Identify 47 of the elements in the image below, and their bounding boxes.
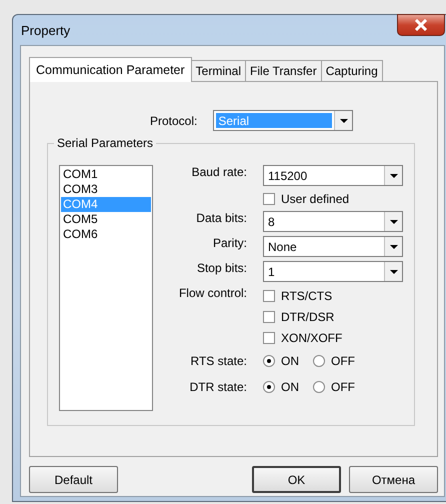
tab[interactable]: Capturing: [320, 60, 383, 81]
radio-button[interactable]: [313, 355, 325, 367]
protocol-label: Protocol:: [150, 114, 198, 128]
checkbox[interactable]: [263, 290, 275, 302]
checkbox-label: XON/XOFF: [281, 330, 342, 344]
stop-bits-dropdown[interactable]: 1: [263, 261, 403, 282]
field-label: RTS state:: [190, 354, 247, 368]
port-item[interactable]: COM5: [61, 212, 151, 227]
checkbox[interactable]: [263, 310, 275, 322]
field-label: DTR state:: [190, 380, 247, 394]
radio-button[interactable]: [313, 381, 325, 393]
dropdown-arrow-icon: [390, 220, 398, 224]
port-item[interactable]: COM3: [61, 182, 151, 197]
port-item[interactable]: COM6: [61, 227, 151, 242]
field-label: Baud rate:: [190, 165, 247, 181]
group-title: Serial Parameters: [54, 136, 156, 150]
tab[interactable]: Communication Parameter: [29, 57, 192, 82]
radio-button[interactable]: [263, 381, 275, 393]
dialog-button[interactable]: Default: [29, 466, 118, 493]
parity-dropdown[interactable]: None: [263, 236, 403, 257]
close-button[interactable]: [397, 14, 445, 36]
checkbox-label: User defined: [281, 192, 350, 206]
checkbox[interactable]: [263, 192, 275, 204]
radio-label: ON: [281, 380, 299, 394]
field-label: Data bits:: [195, 211, 247, 227]
dropdown-arrow-icon: [340, 118, 348, 122]
checkbox-label: RTS/CTS: [281, 288, 332, 302]
dialog-button[interactable]: OK: [252, 466, 341, 493]
checkbox[interactable]: [263, 332, 275, 344]
field-label: Flow control:: [178, 286, 247, 302]
radio-label: OFF: [331, 380, 355, 394]
dropdown-arrow-icon: [390, 174, 398, 178]
data-bits-dropdown[interactable]: 8: [263, 211, 403, 232]
radio-label: OFF: [331, 354, 355, 368]
radio-label: ON: [281, 354, 299, 368]
baud-rate-dropdown[interactable]: 115200: [263, 165, 403, 186]
close-icon: [414, 19, 428, 31]
field-label: Stop bits:: [196, 261, 247, 277]
dropdown-arrow-icon: [390, 244, 398, 248]
dialog-button[interactable]: Отмена: [349, 466, 438, 493]
port-item[interactable]: COM1: [61, 167, 151, 182]
dropdown-arrow-icon: [390, 270, 398, 274]
checkbox-label: DTR/DSR: [281, 310, 334, 324]
field-label: Parity:: [212, 236, 247, 252]
port-list[interactable]: COM1 COM3 COM4 COM5 COM6: [59, 165, 153, 411]
window-title: Property: [21, 22, 70, 38]
radio-button[interactable]: [263, 355, 275, 367]
